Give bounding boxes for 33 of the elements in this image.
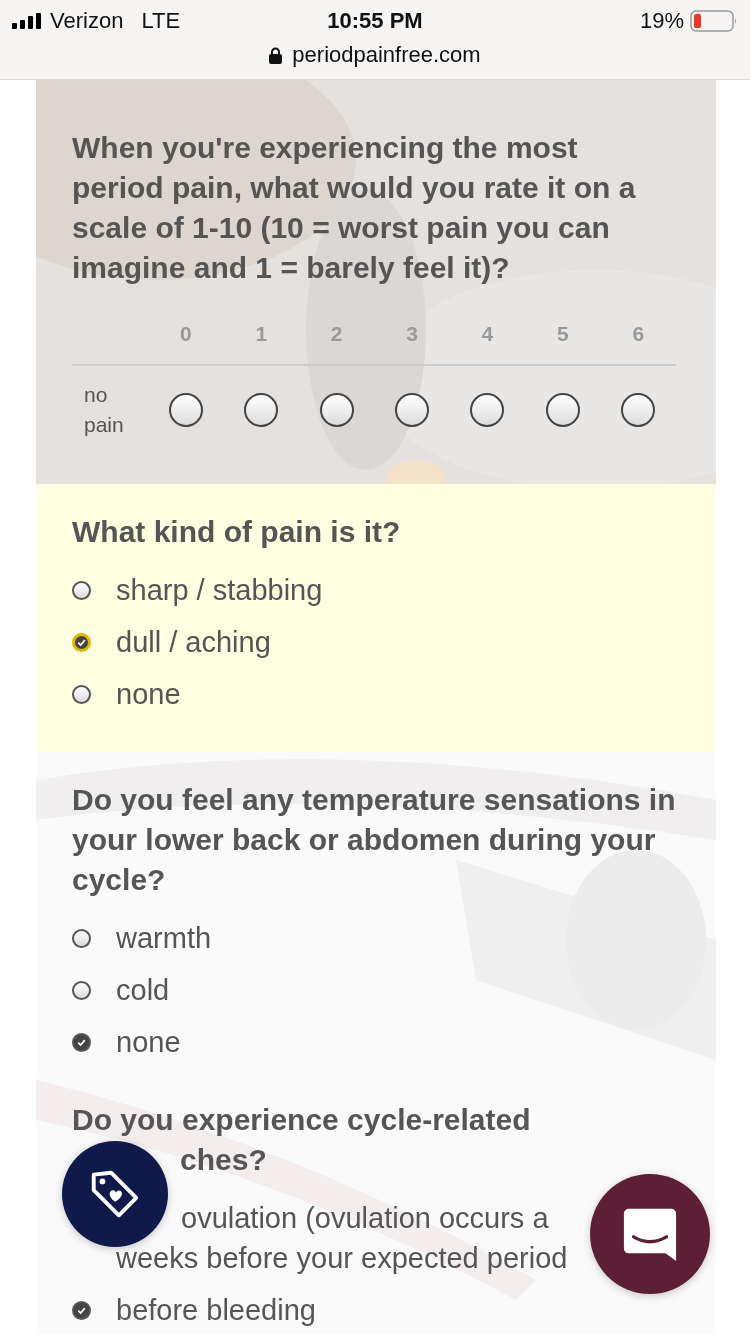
option-label[interactable]: none [116,1026,181,1058]
option-label[interactable]: dull / aching [116,626,271,658]
battery-percent: 19% [639,8,684,34]
option-label[interactable]: warmth [116,922,212,954]
scale-number: 5 [557,322,569,346]
clock-time: 10:55 PM [327,8,423,34]
option-label[interactable]: sharp / stabbing [116,574,323,606]
page-url[interactable]: periodpainfree.com [292,42,481,68]
option-label[interactable]: none [116,678,181,710]
radio-button[interactable] [72,684,91,704]
scale-number: 2 [330,322,343,346]
radio-button[interactable] [72,632,91,652]
signal-icon [12,13,42,29]
scale-number: 1 [255,322,268,346]
network-type: LTE [141,8,181,34]
carrier-name: Verizon [50,8,124,34]
lock-icon [269,46,283,64]
scale-number: 0 [179,322,192,346]
scale-number: 4 [481,322,494,346]
question-text: Do you feel any temperature sensations in your lower back or abdomen during your cycle? [72,783,676,896]
question-text: Do you experience cycle-related [72,1103,531,1136]
question-text: When you're experiencing the most period pain, what would you rate it on a scale of 1-10 (10 = worst pain you can imagine and 1 = barely feel it)? [72,131,636,284]
scale-number: 6 [632,322,645,346]
row-label: no pain [83,382,125,438]
option-label[interactable]: weeks before your expected period [116,1242,568,1274]
question-text: ches? [180,1143,267,1176]
question-text: What kind of pain is it? [72,515,401,548]
radio-button[interactable] [72,580,91,600]
scale-number: 3 [406,322,418,346]
option-label[interactable]: ovulation (ovulation occurs a [181,1202,549,1234]
option-label[interactable]: before bleeding [116,1294,316,1326]
battery-icon [690,10,738,32]
option-label[interactable]: cold [116,974,170,1006]
